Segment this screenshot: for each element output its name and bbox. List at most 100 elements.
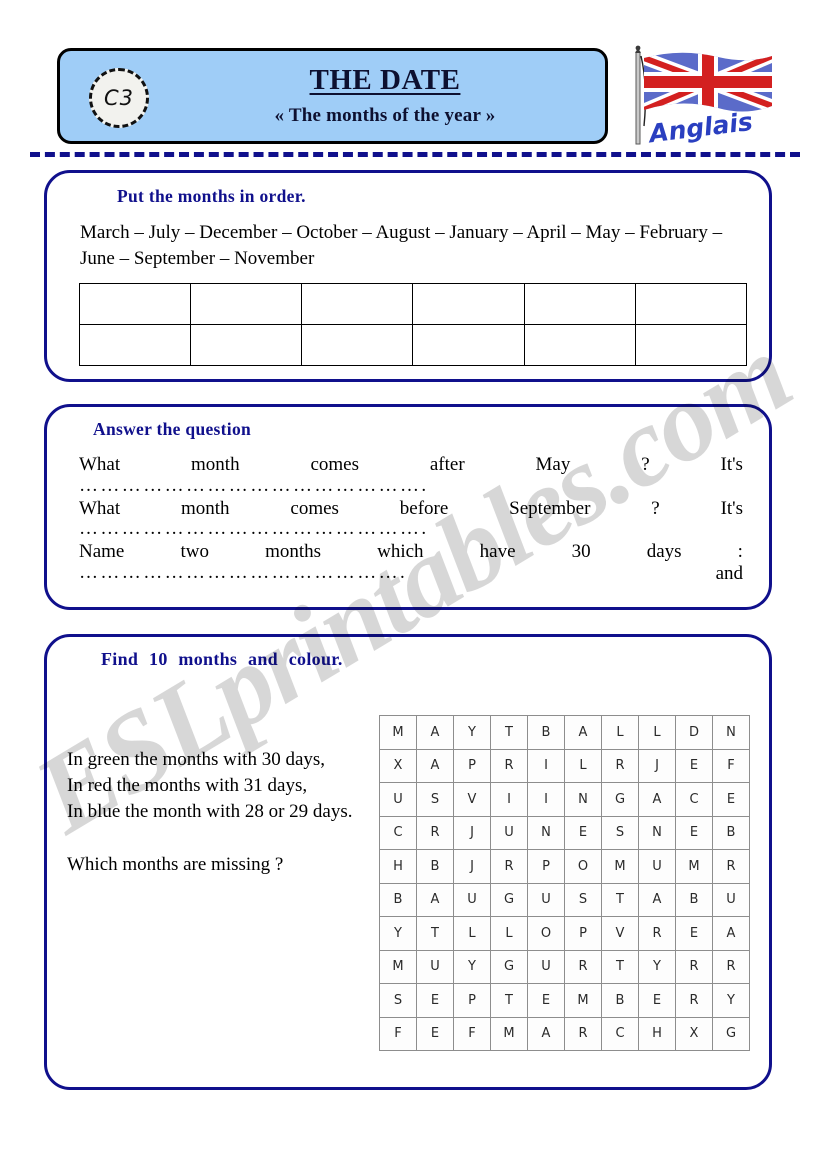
wordsearch-cell[interactable]: X [379,748,417,783]
wordsearch-cell[interactable]: U [453,882,491,917]
wordsearch-cell[interactable]: V [601,916,639,951]
wordsearch-cell[interactable]: Y [379,916,417,951]
wordsearch-cell[interactable]: J [638,748,676,783]
wordsearch-cell[interactable]: R [490,849,528,884]
wordsearch-cell[interactable]: I [527,782,565,817]
wordsearch-cell[interactable]: C [379,815,417,850]
wordsearch-cell[interactable]: M [564,983,602,1018]
wordsearch-cell[interactable]: A [416,882,454,917]
answer-cell[interactable] [412,283,525,325]
wordsearch-cell[interactable]: J [453,815,491,850]
wordsearch-cell[interactable]: V [453,782,491,817]
wordsearch-cell[interactable]: L [564,748,602,783]
wordsearch-cell[interactable]: L [490,916,528,951]
wordsearch-cell[interactable]: N [638,815,676,850]
wordsearch-cell[interactable]: S [416,782,454,817]
wordsearch-cell[interactable]: U [712,882,750,917]
wordsearch-cell[interactable]: R [490,748,528,783]
wordsearch-cell[interactable]: P [453,748,491,783]
wordsearch-cell[interactable]: C [675,782,713,817]
answer-cell[interactable] [634,283,748,325]
wordsearch-cell[interactable]: G [601,782,639,817]
answer-cell[interactable] [190,324,303,366]
wordsearch-cell[interactable]: B [712,815,750,850]
wordsearch-cell[interactable]: P [453,983,491,1018]
answer-cell[interactable] [523,283,636,325]
answer-cell[interactable] [412,324,525,366]
wordsearch-cell[interactable]: Y [712,983,750,1018]
wordsearch-cell[interactable]: R [712,849,750,884]
wordsearch-cell[interactable]: E [527,983,565,1018]
wordsearch-cell[interactable]: N [564,782,602,817]
answer-blank-row[interactable]: …………………………………………. [79,476,743,499]
answer-table[interactable] [78,283,748,366]
wordsearch-cell[interactable]: A [638,882,676,917]
wordsearch-cell[interactable]: U [527,949,565,984]
wordsearch-cell[interactable]: B [601,983,639,1018]
wordsearch-cell[interactable]: R [601,748,639,783]
wordsearch-cell[interactable]: A [527,1016,565,1051]
answer-cell[interactable] [78,283,192,325]
wordsearch-cell[interactable]: T [601,949,639,984]
wordsearch-cell[interactable]: B [675,882,713,917]
wordsearch-cell[interactable]: M [601,849,639,884]
wordsearch-cell[interactable]: D [675,715,713,750]
wordsearch-cell[interactable]: B [379,882,417,917]
wordsearch-cell[interactable]: S [379,983,417,1018]
wordsearch-cell[interactable]: U [379,782,417,817]
wordsearch-cell[interactable]: Y [638,949,676,984]
answer-cell[interactable] [523,324,636,366]
wordsearch-cell[interactable]: T [490,983,528,1018]
wordsearch-cell[interactable]: U [638,849,676,884]
wordsearch-cell[interactable]: X [675,1016,713,1051]
wordsearch-cell[interactable]: R [675,949,713,984]
answer-cell[interactable] [78,324,192,366]
wordsearch-cell[interactable]: R [712,949,750,984]
answer-cell[interactable] [301,283,414,325]
wordsearch-cell[interactable]: C [601,1016,639,1051]
wordsearch-cell[interactable]: R [675,983,713,1018]
wordsearch-cell[interactable]: E [638,983,676,1018]
wordsearch-cell[interactable]: N [712,715,750,750]
wordsearch-cell[interactable]: U [527,882,565,917]
wordsearch-cell[interactable]: T [601,882,639,917]
wordsearch-cell[interactable]: E [416,1016,454,1051]
wordsearch-cell[interactable]: I [490,782,528,817]
wordsearch-cell[interactable]: L [601,715,639,750]
wordsearch-cell[interactable]: T [490,715,528,750]
wordsearch-cell[interactable]: P [564,916,602,951]
wordsearch-cell[interactable]: E [416,983,454,1018]
answer-blank-row[interactable]: …………………………………………. [79,519,743,542]
wordsearch-cell[interactable]: E [564,815,602,850]
wordsearch-cell[interactable]: A [712,916,750,951]
wordsearch-grid-wrap[interactable]: MAYTBALLDNXAPRILRJEFUSVIINGACECRJUNESNEB… [379,715,750,1051]
wordsearch-cell[interactable]: U [416,949,454,984]
answer-cell[interactable] [190,283,303,325]
wordsearch-cell[interactable]: A [564,715,602,750]
wordsearch-cell[interactable]: L [453,916,491,951]
answer-dotted-line[interactable]: …………………………………………. [79,476,479,498]
wordsearch-cell[interactable]: R [416,815,454,850]
wordsearch-cell[interactable]: M [379,949,417,984]
wordsearch-cell[interactable]: M [490,1016,528,1051]
wordsearch-cell[interactable]: G [490,882,528,917]
answer-dotted-line[interactable]: …………………………………………. [79,519,479,541]
wordsearch-cell[interactable]: Y [453,949,491,984]
wordsearch-cell[interactable]: H [379,849,417,884]
wordsearch-cell[interactable]: Y [453,715,491,750]
wordsearch-cell[interactable]: E [712,782,750,817]
wordsearch-grid[interactable]: MAYTBALLDNXAPRILRJEFUSVIINGACECRJUNESNEB… [379,715,750,1051]
wordsearch-cell[interactable]: M [675,849,713,884]
wordsearch-cell[interactable]: I [527,748,565,783]
wordsearch-cell[interactable]: S [564,882,602,917]
wordsearch-cell[interactable]: A [416,748,454,783]
wordsearch-cell[interactable]: R [564,949,602,984]
wordsearch-cell[interactable]: S [601,815,639,850]
wordsearch-cell[interactable]: E [675,815,713,850]
wordsearch-cell[interactable]: F [453,1016,491,1051]
answer-cell[interactable] [301,324,414,366]
answer-dotted-line[interactable]: ………………………………………. [79,563,479,585]
wordsearch-cell[interactable]: E [675,916,713,951]
wordsearch-cell[interactable]: E [675,748,713,783]
answer-blank-row[interactable]: ………………………………………. and [79,563,743,586]
